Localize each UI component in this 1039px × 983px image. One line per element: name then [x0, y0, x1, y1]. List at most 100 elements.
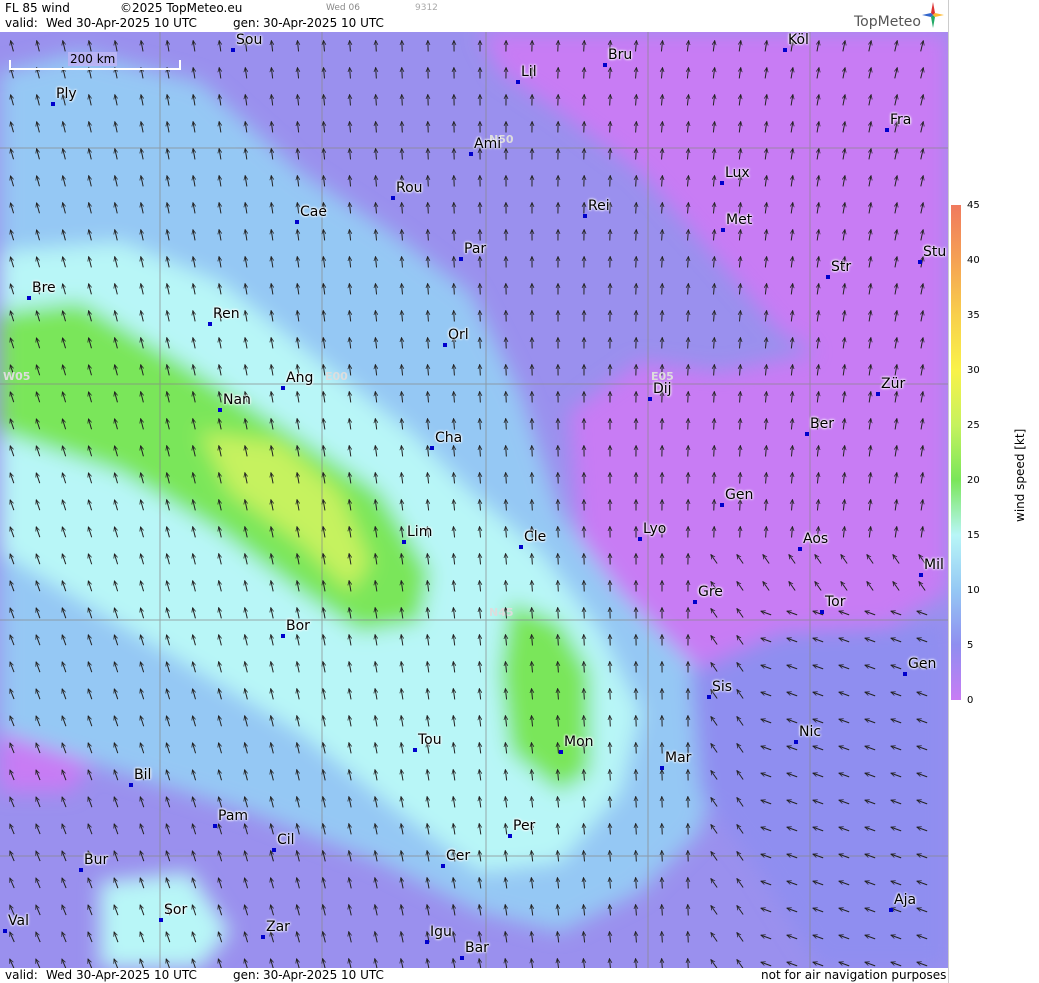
legend-tick-label: 15: [967, 530, 980, 541]
city-dot: [826, 275, 830, 279]
city-label: Ply: [56, 86, 77, 102]
city-dot: [516, 80, 520, 84]
city-dot: [508, 834, 512, 838]
wind-arrow: [584, 662, 585, 673]
city-dot: [583, 214, 587, 218]
city-label: Nic: [799, 724, 822, 740]
city-dot: [213, 824, 217, 828]
city-dot: [430, 446, 434, 450]
wind-arrow: [402, 68, 403, 79]
city-dot: [3, 929, 7, 933]
wind-arrow: [584, 68, 585, 79]
grid-label-n45: N45: [489, 606, 514, 619]
wind-arrow: [714, 419, 715, 430]
city-dot: [805, 432, 809, 436]
wind-arrow: [428, 149, 429, 160]
valid-label: valid:: [5, 16, 38, 30]
city-label: Tor: [825, 594, 846, 610]
wind-arrow: [662, 878, 663, 889]
wind-arrow: [636, 797, 637, 808]
city-dot: [391, 196, 395, 200]
city-dot: [272, 848, 276, 852]
wind-arrow: [662, 338, 663, 349]
wind-arrow: [688, 365, 689, 376]
city-dot: [231, 48, 235, 52]
wind-arrow: [714, 392, 715, 403]
wind-arrow: [610, 743, 611, 754]
legend-tick-label: 30: [967, 365, 980, 376]
city-dot: [889, 908, 893, 912]
wind-arrow: [480, 392, 481, 403]
wind-arrow: [636, 851, 637, 862]
city-dot: [783, 48, 787, 52]
city-dot: [443, 343, 447, 347]
legend-title: wind speed [kt]: [1013, 428, 1027, 522]
wind-arrow: [506, 392, 507, 403]
wind-arrow: [454, 284, 455, 295]
city-dot: [720, 181, 724, 185]
city-label: Str: [831, 259, 852, 275]
wind-arrow: [558, 527, 559, 538]
city-label: Zür: [881, 376, 906, 392]
wind-arrow: [610, 95, 611, 106]
city-label: Dij: [653, 381, 672, 397]
wind-arrow: [428, 203, 429, 214]
day-short: Wed 06: [326, 3, 360, 13]
city-label: Fra: [890, 112, 912, 128]
city-dot: [903, 672, 907, 676]
city-dot: [693, 600, 697, 604]
header-bar: FL 85 wind ©2025 TopMeteo.eu Wed 06 9312…: [0, 0, 948, 32]
city-label: Rou: [396, 180, 423, 196]
city-dot: [460, 956, 464, 960]
wind-arrow: [714, 473, 715, 484]
wind-arrow: [662, 257, 663, 268]
city-dot: [261, 935, 265, 939]
city-label: Bor: [286, 618, 310, 634]
city-dot: [559, 750, 563, 754]
wind-arrow: [662, 932, 663, 943]
city-dot: [918, 260, 922, 264]
city-dot: [218, 408, 222, 412]
valid-value: Wed 30-Apr-2025 10 UTC: [46, 16, 197, 30]
wind-arrow: [506, 446, 507, 457]
city-dot: [660, 766, 664, 770]
wind-arrow: [506, 419, 507, 430]
city-dot: [295, 220, 299, 224]
city-label: Pam: [218, 808, 249, 824]
city-label: Ren: [213, 306, 240, 322]
scale-bar-label: 200 km: [68, 52, 118, 66]
wind-arrow: [480, 365, 481, 376]
wind-map[interactable]: 200 km N50 N45 W05 E00 E05 Sou Ply Lil Bru K…: [0, 32, 948, 968]
wind-arrow: [402, 149, 403, 160]
disclaimer: not for air navigation purposes: [761, 968, 947, 982]
city-dot: [885, 128, 889, 132]
wind-arrow: [584, 635, 585, 646]
city-dot: [876, 392, 880, 396]
wind-arrow: [688, 959, 689, 968]
city-label: Gen: [908, 656, 937, 672]
wind-arrow: [376, 68, 377, 79]
wind-arrow: [558, 581, 559, 592]
legend-tick-label: 0: [967, 695, 974, 706]
footer-valid-value: Wed 30-Apr-2025 10 UTC: [46, 968, 197, 982]
city-dot: [919, 573, 923, 577]
wind-arrow: [480, 311, 481, 322]
wind-arrow: [662, 905, 663, 916]
run-code: 9312: [415, 3, 438, 13]
wind-arrow: [740, 527, 741, 538]
legend-tick-label: 20: [967, 475, 980, 486]
wind-arrow: [662, 851, 663, 862]
wind-arrow: [532, 500, 533, 511]
wind-arrow: [688, 905, 689, 916]
city-dot: [794, 740, 798, 744]
city-label: Sou: [236, 32, 263, 48]
wind-arrow: [610, 149, 611, 160]
product-title: FL 85 wind: [5, 1, 70, 15]
city-label: Gen: [725, 487, 754, 503]
wind-arrow: [584, 608, 585, 619]
wind-arrow: [636, 176, 637, 187]
city-dot: [720, 503, 724, 507]
city-label: Sis: [712, 679, 733, 695]
city-label: Orl: [448, 327, 469, 343]
city-dot: [402, 540, 406, 544]
